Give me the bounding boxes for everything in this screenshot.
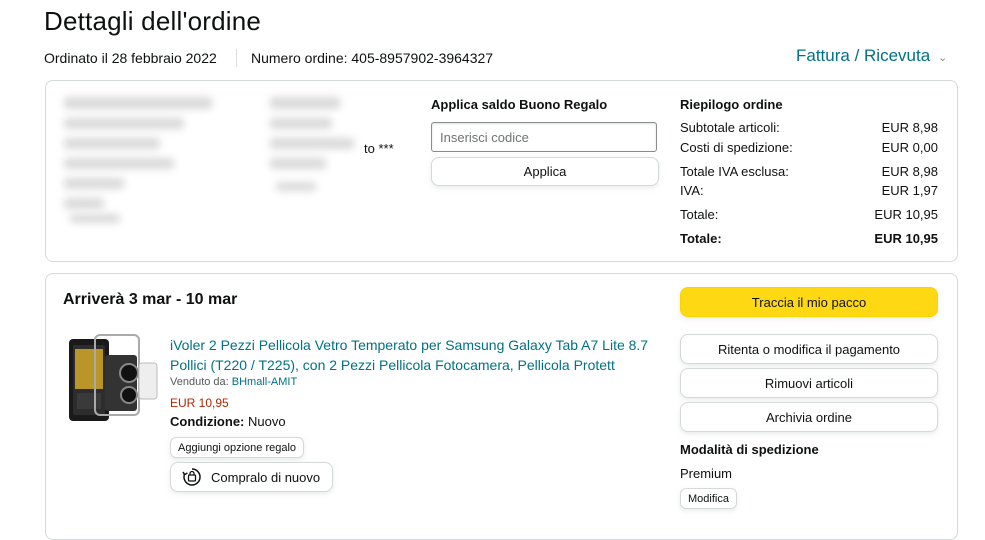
product-image[interactable] — [65, 333, 161, 425]
product-condition: Condizione: Nuovo — [170, 414, 286, 429]
gift-code-input[interactable] — [431, 122, 657, 152]
summary-label: Totale: — [680, 207, 719, 222]
summary-label: Totale: — [680, 231, 722, 246]
buy-again-label: Compralo di nuovo — [211, 469, 321, 485]
summary-row-total: Totale: EUR 10,95 — [680, 207, 938, 222]
product-title-link[interactable]: iVoler 2 Pezzi Pellicola Vetro Temperato… — [170, 335, 660, 375]
track-package-button[interactable]: Traccia il mio pacco — [680, 287, 938, 317]
buy-again-button[interactable]: Compralo di nuovo — [170, 462, 333, 492]
summary-row-net: Totale IVA esclusa: EUR 8,98 — [680, 164, 938, 179]
summary-value: EUR 8,98 — [881, 120, 938, 135]
summary-value: EUR 1,97 — [881, 183, 938, 198]
shipping-mode-value: Premium — [680, 466, 733, 481]
invoice-link-label: Fattura / Ricevuta — [796, 46, 931, 65]
retry-payment-button[interactable]: Ritenta o modifica il pagamento — [680, 334, 938, 364]
summary-value: EUR 0,00 — [881, 140, 938, 155]
summary-row-vat: IVA: EUR 1,97 — [680, 183, 938, 198]
arrival-date: Arriverà 3 mar - 10 mar — [63, 291, 238, 308]
summary-title: Riepilogo ordine — [680, 97, 783, 112]
order-date: Ordinato il 28 febbraio 2022 — [44, 50, 217, 66]
page-title: Dettagli dell'ordine — [44, 6, 262, 36]
order-number: Numero ordine: 405-8957902-3964327 — [251, 50, 494, 66]
shipping-mode-title: Modalità di spedizione — [680, 442, 819, 457]
invoice-dropdown[interactable]: Fattura / Ricevuta ⌄ — [796, 46, 947, 66]
archive-order-button[interactable]: Archivia ordine — [680, 402, 938, 432]
modify-shipping-button[interactable]: Modifica — [680, 488, 737, 509]
summary-row-grand-total: Totale: EUR 10,95 — [680, 231, 938, 246]
condition-label: Condizione: — [170, 414, 245, 429]
summary-label: Totale IVA esclusa: — [680, 164, 789, 179]
add-gift-option-button[interactable]: Aggiungi opzione regalo — [170, 437, 305, 458]
summary-row-shipping: Costi di spedizione: EUR 0,00 — [680, 140, 938, 155]
summary-value: EUR 8,98 — [881, 164, 938, 179]
summary-label: Costi di spedizione: — [680, 140, 793, 155]
divider — [236, 49, 237, 67]
gift-card-title: Applica saldo Buono Regalo — [431, 97, 608, 112]
condition-value: Nuovo — [248, 414, 286, 429]
chevron-down-icon: ⌄ — [938, 52, 948, 64]
buy-again-icon — [182, 468, 201, 486]
summary-label: Subtotale articoli: — [680, 120, 780, 135]
summary-value: EUR 10,95 — [874, 231, 938, 246]
summary-label: IVA: — [680, 183, 704, 198]
apply-button[interactable]: Applica — [431, 157, 659, 186]
summary-value: EUR 10,95 — [874, 207, 938, 222]
summary-row-subtotal: Subtotale articoli: EUR 8,98 — [680, 120, 938, 135]
seller-link[interactable]: BHmall-AMIT — [232, 376, 297, 388]
sold-by: Venduto da: BHmall-AMIT — [170, 376, 297, 388]
sold-by-label: Venduto da: — [170, 376, 232, 388]
product-price: EUR 10,95 — [170, 396, 229, 410]
remove-items-button[interactable]: Rimuovi articoli — [680, 368, 938, 398]
address-suffix: to *** — [364, 141, 394, 156]
